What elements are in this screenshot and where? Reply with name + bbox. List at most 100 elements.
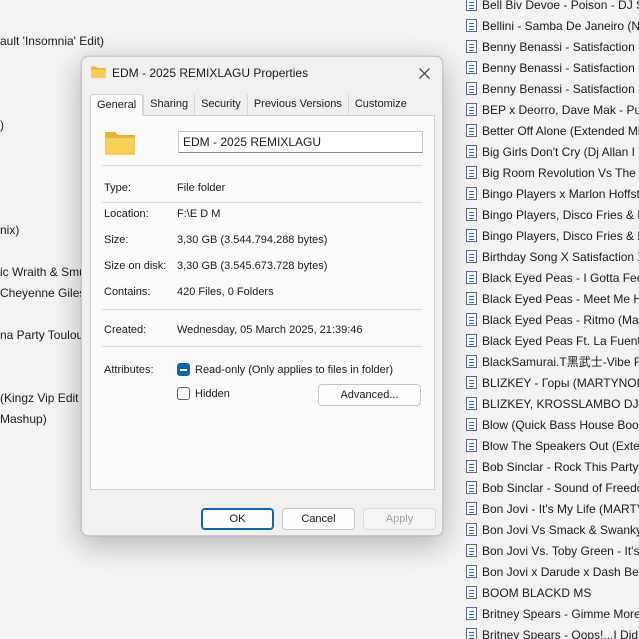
file-list-item[interactable]: Britney Spears - Oops!...I Did I [466, 624, 639, 639]
file-list-item[interactable]: Black Eyed Peas - Meet Me Ha [466, 288, 639, 309]
dialog-title: EDM - 2025 REMIXLAGU Properties [112, 66, 309, 80]
file-name: Bellini - Samba De Janeiro (Ne [482, 18, 639, 33]
file-list-item[interactable]: Black Eyed Peas - Ritmo (Man [466, 309, 639, 330]
cancel-button[interactable]: Cancel [282, 508, 355, 530]
folder-icon [91, 66, 106, 78]
file-list-item[interactable]: Bellini - Samba De Janeiro (Ne [466, 15, 639, 36]
background-file-list: Bell Biv Devoe - Poison - DJ S Bellini - … [466, 0, 639, 639]
file-name-fragment[interactable]: na Party Toulou [0, 328, 83, 342]
file-list-item[interactable]: Bon Jovi Vs Smack & Swanky [466, 519, 639, 540]
file-list-item[interactable]: Black Eyed Peas Ft. La Fuente [466, 330, 639, 351]
file-name: BLIZKEY - Горы (MARTYNOFF [482, 375, 639, 390]
audio-file-icon [466, 502, 477, 515]
file-list-item[interactable]: Blow (Quick Bass House Boot [466, 414, 639, 435]
file-name-fragment[interactable]: nix) [0, 223, 19, 237]
folder-name-input[interactable]: EDM - 2025 REMIXLAGU [178, 131, 423, 153]
file-name: Bon Jovi - It's My Life (MARTY [482, 501, 639, 516]
hidden-label: Hidden [195, 387, 230, 400]
audio-file-icon [466, 124, 477, 137]
file-list-item[interactable]: Big Girls Don't Cry (Dj Allan I V [466, 141, 639, 162]
tab-previous-versions[interactable]: Previous Versions [246, 94, 348, 116]
file-name-fragment[interactable]: Cheyenne Giles [0, 286, 85, 300]
file-list-item[interactable]: BLIZKEY, KROSSLAMBO DJ - Г [466, 393, 639, 414]
file-list-item[interactable]: Benny Benassi - Satisfaction (D [466, 57, 639, 78]
tab-security[interactable]: Security [194, 94, 247, 116]
file-name-fragment[interactable]: (Kingz Vip Edit [0, 391, 79, 405]
file-name: Blow The Speakers Out (Exten [482, 438, 639, 453]
file-name: Benny Benassi - Satisfaction (C [482, 39, 639, 54]
advanced-button[interactable]: Advanced... [318, 384, 421, 406]
file-name-fragment[interactable]: ault 'Insomnia' Edit) [0, 34, 104, 48]
audio-file-icon [466, 61, 477, 74]
type-value: File folder [177, 182, 226, 194]
file-name: BLIZKEY, KROSSLAMBO DJ - Г [482, 396, 639, 411]
file-name-fragment[interactable]: ic Wraith & Smu [0, 265, 86, 279]
audio-file-icon [466, 376, 477, 389]
file-name-fragment[interactable]: Mashup) [0, 412, 47, 426]
size-on-disk-value: 3,30 GB (3.545.673.728 bytes) [177, 260, 328, 272]
created-label: Created: [104, 324, 147, 336]
file-name: Black Eyed Peas Ft. La Fuente [482, 333, 639, 348]
file-name: Bon Jovi x Darude x Dash Berli [482, 564, 639, 579]
file-name: Bob Sinclar - Rock This Party ( [482, 459, 639, 474]
file-name: Birthday Song X Satisfaction X [482, 249, 639, 264]
file-list-item[interactable]: BLIZKEY - Горы (MARTYNOFF [466, 372, 639, 393]
file-list-item[interactable]: Bingo Players x Marlon Hoffst [466, 183, 639, 204]
file-list-item[interactable]: BOOM BLACKD MS [466, 582, 639, 603]
audio-file-icon [466, 586, 477, 599]
file-list-item[interactable]: Bob Sinclar - Rock This Party ( [466, 456, 639, 477]
close-button[interactable] [412, 62, 436, 84]
file-list-item[interactable]: Bon Jovi Vs. Toby Green - It's I [466, 540, 639, 561]
audio-file-icon [466, 166, 477, 179]
file-list-item[interactable]: Benny Benassi - Satisfaction (C [466, 36, 639, 57]
file-list-item[interactable]: Bell Biv Devoe - Poison - DJ S [466, 0, 639, 15]
title-bar[interactable]: EDM - 2025 REMIXLAGU Properties [82, 57, 442, 89]
readonly-checkbox[interactable] [177, 363, 190, 376]
file-list-item[interactable]: Bon Jovi x Darude x Dash Berli [466, 561, 639, 582]
file-list-item[interactable]: Bob Sinclar - Sound of Freedo [466, 477, 639, 498]
file-list-item[interactable]: Birthday Song X Satisfaction X [466, 246, 639, 267]
tab-general[interactable]: General [90, 94, 144, 116]
file-list-item[interactable]: Benny Benassi - Satisfaction (2 [466, 78, 639, 99]
file-name: Big Room Revolution Vs The W [482, 165, 639, 180]
file-list-item[interactable]: Britney Spears - Gimme More [466, 603, 639, 624]
apply-button[interactable]: Apply [363, 508, 436, 530]
hidden-checkbox-row[interactable]: Hidden [177, 387, 230, 400]
audio-file-icon [466, 481, 477, 494]
file-list-item[interactable]: Big Room Revolution Vs The W [466, 162, 639, 183]
audio-file-icon [466, 19, 477, 32]
file-list-item[interactable]: Bon Jovi - It's My Life (MARTY [466, 498, 639, 519]
file-list-item[interactable]: Black Eyed Peas - I Gotta Feeli [466, 267, 639, 288]
audio-file-icon [466, 208, 477, 221]
file-name: Britney Spears - Gimme More [482, 606, 639, 621]
file-name: Benny Benassi - Satisfaction (2 [482, 81, 639, 96]
file-name-fragment[interactable]: ) [0, 118, 4, 132]
file-list-item[interactable]: Bingo Players, Disco Fries & Fa [466, 204, 639, 225]
file-list-item[interactable]: Blow The Speakers Out (Exten [466, 435, 639, 456]
location-label: Location: [104, 208, 149, 220]
tab-customize[interactable]: Customize [347, 94, 413, 116]
file-name: Benny Benassi - Satisfaction (D [482, 60, 639, 75]
file-name: Black Eyed Peas - I Gotta Feeli [482, 270, 639, 285]
readonly-checkbox-row[interactable]: Read-only (Only applies to files in fold… [177, 363, 393, 376]
divider [102, 165, 422, 166]
file-list-item[interactable]: BlackSamurai.T黑武士-Vibe F [466, 351, 639, 372]
file-list-item[interactable]: BEP x Deorro, Dave Mak - Pun [466, 99, 639, 120]
audio-file-icon [466, 418, 477, 431]
file-list-item[interactable]: Better Off Alone (Extended Mi [466, 120, 639, 141]
attributes-label: Attributes: [104, 364, 154, 376]
ok-button[interactable]: OK [201, 508, 274, 530]
size-value: 3,30 GB (3.544.794.288 bytes) [177, 234, 328, 246]
created-value: Wednesday, 05 March 2025, 21:39:46 [177, 324, 363, 336]
audio-file-icon [466, 292, 477, 305]
properties-dialog: EDM - 2025 REMIXLAGU Properties General … [81, 56, 443, 536]
contains-value: 420 Files, 0 Folders [177, 286, 274, 298]
location-value: F:\E D M [177, 208, 221, 220]
hidden-checkbox[interactable] [177, 387, 190, 400]
audio-file-icon [466, 82, 477, 95]
audio-file-icon [466, 271, 477, 284]
tab-sharing[interactable]: Sharing [143, 94, 195, 116]
audio-file-icon [466, 565, 477, 578]
file-list-item[interactable]: Bingo Players, Disco Fries & Fa [466, 225, 639, 246]
audio-file-icon [466, 229, 477, 242]
